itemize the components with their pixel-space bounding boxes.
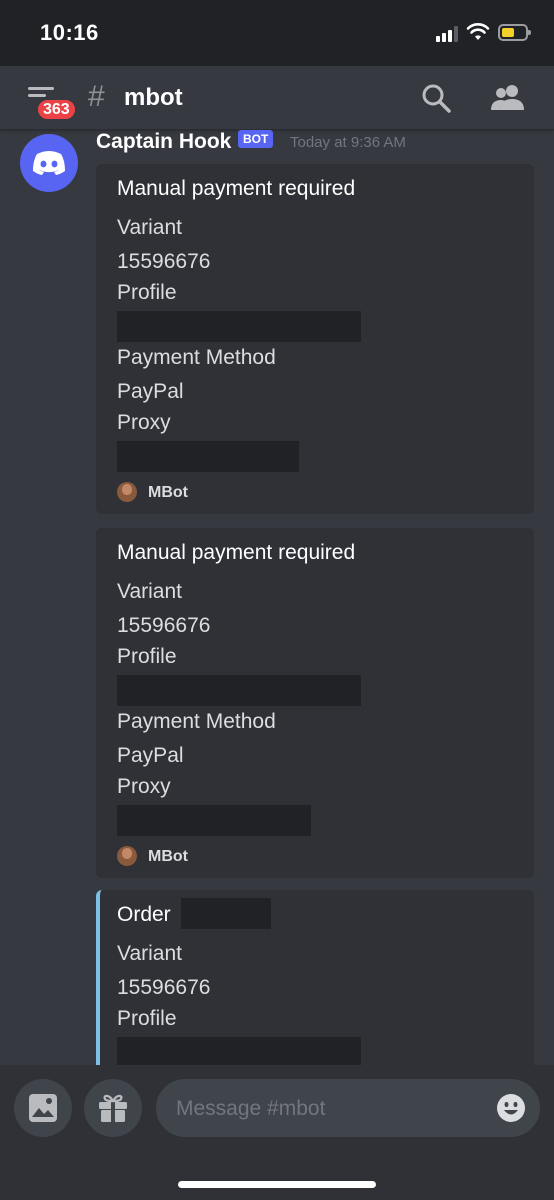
embed-title: Manual payment required <box>117 541 356 564</box>
discord-bot-avatar[interactable] <box>20 134 78 192</box>
unread-mentions-badge: 363 <box>36 98 77 121</box>
channel-header: 363 # mbot <box>0 66 554 130</box>
redacted-block <box>117 1037 361 1065</box>
embed-field-name: Proxy <box>117 775 171 798</box>
embed-card: Manual payment required Variant 15596676… <box>96 528 534 878</box>
embed-field-name: Payment Method <box>117 346 276 369</box>
emoji-icon[interactable] <box>496 1093 526 1123</box>
wifi-icon <box>466 23 490 40</box>
discord-logo-icon <box>33 151 65 175</box>
mbot-footer-avatar <box>117 482 137 502</box>
embed-field-value: 15596676 <box>117 614 211 637</box>
embed-field-name: Payment Method <box>117 710 276 733</box>
embed-field-name: Variant <box>117 942 182 965</box>
embed-field-name: Profile <box>117 1007 177 1030</box>
redacted-block <box>117 805 311 836</box>
battery-icon <box>498 24 531 41</box>
message-timestamp: Today at 9:36 AM <box>290 134 406 151</box>
redacted-block <box>117 675 361 706</box>
redacted-block <box>117 441 299 472</box>
home-indicator[interactable] <box>178 1181 376 1188</box>
message-input-placeholder: Message #mbot <box>176 1097 326 1120</box>
gift-icon <box>99 1094 127 1122</box>
embed-title: Order <box>117 903 171 926</box>
channel-name[interactable]: mbot <box>124 84 183 112</box>
embed-field-name: Variant <box>117 216 182 239</box>
embed-field-name: Variant <box>117 580 182 603</box>
message-author[interactable]: Captain Hook <box>96 130 231 154</box>
bot-tag: BOT <box>238 130 274 148</box>
image-icon <box>29 1094 57 1122</box>
embed-field-name: Profile <box>117 645 177 668</box>
channel-hash-icon: # <box>88 80 105 113</box>
embed-card: Manual payment required Variant 15596676… <box>96 164 534 514</box>
embed-title: Manual payment required <box>117 177 356 200</box>
mbot-footer-avatar <box>117 846 137 866</box>
search-icon[interactable] <box>420 82 452 114</box>
embed-field-value: PayPal <box>117 744 184 767</box>
cellular-signal-icon <box>436 26 462 42</box>
embed-field-value: 15596676 <box>117 976 211 999</box>
order-embed-card: Order Variant 15596676 Profile <box>96 890 534 1065</box>
embed-footer-text: MBot <box>148 484 188 501</box>
embed-footer-text: MBot <box>148 848 188 865</box>
embed-field-value: PayPal <box>117 380 184 403</box>
embed-field-name: Profile <box>117 281 177 304</box>
embed-field-value: 15596676 <box>117 250 211 273</box>
redacted-block <box>117 311 361 342</box>
members-icon[interactable] <box>490 82 526 114</box>
message-composer: Message #mbot <box>0 1065 554 1200</box>
message-list[interactable]: Captain Hook BOT Today at 9:36 AM Manual… <box>0 130 554 1065</box>
status-bar: 10:16 <box>0 0 554 66</box>
attach-image-button[interactable] <box>14 1079 72 1137</box>
drawer-menu-button[interactable]: 363 <box>26 84 77 121</box>
status-time: 10:16 <box>40 20 99 45</box>
gift-button[interactable] <box>84 1079 142 1137</box>
message-input[interactable]: Message #mbot <box>156 1079 540 1137</box>
embed-field-name: Proxy <box>117 411 171 434</box>
redacted-block <box>181 898 271 929</box>
